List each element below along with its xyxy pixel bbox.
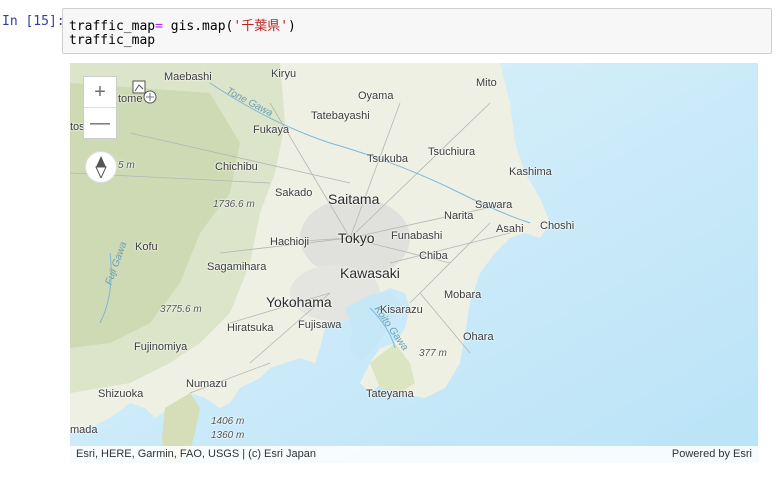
code-cell[interactable]: traffic_map= gis.map('千葉県') traffic_map (62, 8, 772, 54)
code-line-2: traffic_map (69, 33, 156, 48)
city-label: Chiba (419, 250, 448, 262)
city-label: Funabashi (391, 230, 443, 242)
city-label: Tateyama (366, 388, 414, 400)
city-label: Fujinomiya (134, 341, 188, 353)
city-label: Kofu (135, 241, 158, 253)
city-label: Numazu (186, 378, 227, 390)
elevation-label: 5 m (118, 160, 135, 171)
city-label: Mito (476, 77, 497, 89)
city-label: Ohara (463, 331, 494, 343)
city-label: Hiratsuka (227, 322, 274, 334)
input-prompt: In [15]: (2, 14, 65, 29)
city-label: Asahi (496, 223, 524, 235)
map-canvas[interactable] (70, 63, 758, 463)
elevation-label: 1406 m (211, 416, 245, 427)
zoom-controls: + — (83, 76, 117, 139)
zoom-out-button[interactable]: — (84, 108, 116, 138)
map-widget[interactable]: Maebashi Kiryu Mito Oyama Tatebayashi Fu… (70, 63, 758, 463)
city-label: Choshi (540, 220, 575, 232)
city-label-major: Yokohama (266, 294, 332, 310)
zoom-in-button[interactable]: + (84, 77, 116, 108)
city-label-major: Saitama (328, 191, 380, 207)
city-label: Sawara (475, 199, 513, 211)
city-label: Kiryu (271, 68, 297, 80)
elevation-label: 377 m (419, 348, 447, 359)
city-label: Mobara (444, 289, 482, 301)
elevation-label: 1736.6 m (213, 199, 255, 210)
city-label: Sakado (275, 187, 313, 199)
city-label: Narita (444, 210, 474, 222)
city-label: Tsuchiura (428, 146, 476, 158)
city-label: Fujisawa (298, 319, 342, 331)
city-label-major: Tokyo (338, 230, 375, 246)
city-label: Oyama (358, 90, 394, 102)
compass-icon (95, 156, 107, 178)
basemap-icon (132, 80, 157, 104)
compass-button[interactable] (85, 151, 117, 183)
code-line-1: traffic_map= gis.map('千葉県') (69, 15, 296, 34)
elevation-label: 3775.6 m (160, 304, 202, 315)
code-string-arg: '千葉県' (233, 19, 289, 34)
city-label: Fukaya (253, 124, 290, 136)
city-label: Hachioji (270, 236, 310, 248)
city-label: Sagamihara (207, 261, 267, 273)
elevation-label: 1360 m (211, 430, 245, 441)
code-operator: = (155, 19, 163, 34)
city-label: Tsukuba (367, 153, 408, 165)
basemap-toggle-button[interactable] (130, 79, 160, 107)
city-label: mada (70, 424, 98, 436)
code-var: traffic_map (69, 19, 156, 34)
city-label: Shizuoka (98, 388, 144, 400)
city-label-major: Kawasaki (340, 265, 400, 281)
city-label: Maebashi (164, 71, 212, 83)
city-label: Chichibu (215, 161, 258, 173)
attribution-bar: Esri, HERE, Garmin, FAO, USGS | (c) Esri… (70, 446, 758, 463)
city-label: Tatebayashi (311, 110, 370, 122)
city-label: Kashima (509, 166, 552, 178)
attribution-text[interactable]: Esri, HERE, Garmin, FAO, USGS | (c) Esri… (76, 448, 316, 460)
code-call: gis.map( (162, 19, 234, 34)
powered-by-text[interactable]: Powered by Esri (672, 448, 752, 460)
code-close-paren: ) (288, 19, 296, 34)
